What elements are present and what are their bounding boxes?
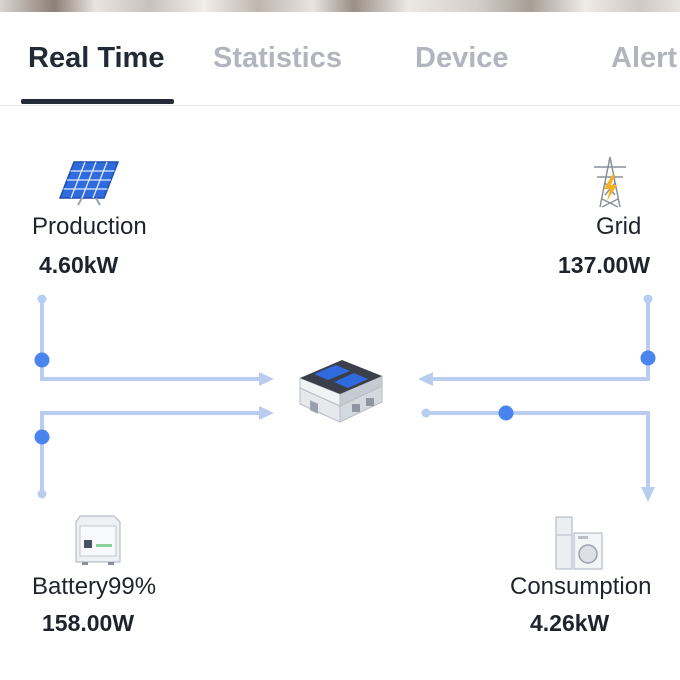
grid-value: 137.00W	[558, 252, 651, 278]
grid-arrowhead	[418, 372, 433, 386]
consumption-flow-dot	[498, 405, 514, 421]
production-value: 4.60kW	[39, 252, 119, 278]
grid-flow-line	[426, 297, 650, 381]
consumption-value: 4.26kW	[530, 610, 610, 636]
battery-line-start	[37, 489, 47, 499]
battery-flow-dot	[34, 429, 50, 445]
production-flow-line	[40, 297, 266, 381]
production-label: Production	[32, 213, 147, 240]
battery-flow-line	[40, 411, 266, 496]
battery-value: 158.00W	[42, 610, 135, 636]
battery-cabinet-icon	[75, 515, 121, 565]
consumption-arrowhead	[641, 487, 655, 502]
appliances-icon	[555, 516, 603, 570]
grid-label: Grid	[596, 213, 642, 240]
production-arrowhead	[259, 372, 274, 386]
battery-arrowhead	[259, 406, 274, 420]
production-line-start	[37, 294, 47, 304]
consumption-line-start	[421, 408, 431, 418]
consumption-flow-line	[424, 411, 650, 492]
grid-flow-dot	[640, 350, 656, 366]
battery-label: Battery99%	[32, 573, 157, 600]
house-icon	[299, 360, 383, 423]
consumption-label: Consumption	[510, 573, 652, 600]
power-tower-icon	[594, 156, 626, 208]
production-flow-dot	[34, 352, 50, 368]
grid-line-start	[643, 294, 653, 304]
solar-panel-icon	[58, 161, 120, 206]
